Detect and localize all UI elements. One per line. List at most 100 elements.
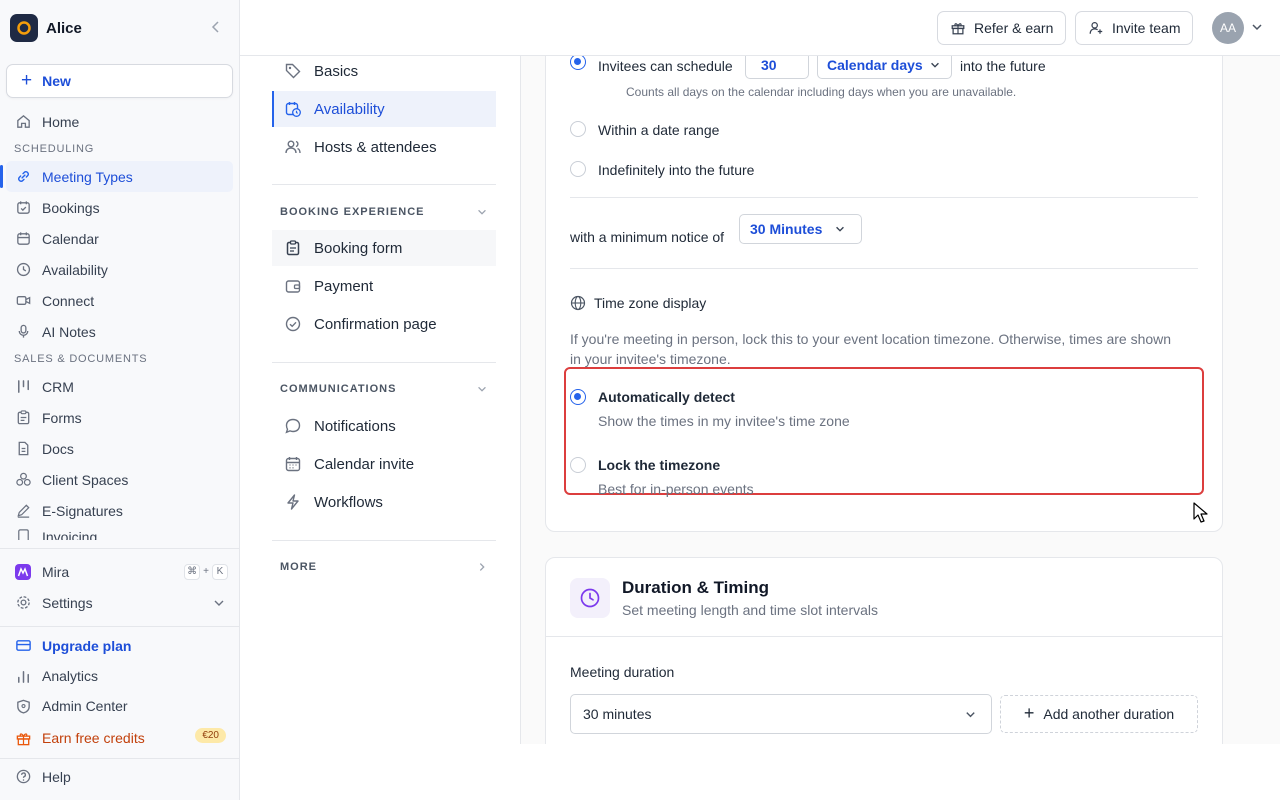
avatar[interactable]: AA — [1212, 12, 1244, 44]
help-icon — [14, 768, 32, 786]
sidebar-item-e-signatures[interactable]: E-Signatures — [0, 495, 240, 526]
refer-earn-button[interactable]: Refer & earn — [937, 11, 1067, 45]
subnav-item-confirmation-page[interactable]: Confirmation page — [272, 306, 496, 342]
workspace-switcher[interactable]: Alice — [10, 14, 230, 42]
schedule-days-value: 30 — [761, 57, 777, 73]
section-more[interactable]: MORE — [280, 557, 488, 577]
subnav-item-availability[interactable]: Availability — [272, 91, 496, 127]
subnav-item-label: Calendar invite — [314, 455, 415, 473]
sidebar-item-label: CRM — [42, 378, 74, 395]
radio-lock-timezone[interactable] — [570, 457, 586, 473]
subnav-item-notifications[interactable]: Notifications — [272, 408, 496, 444]
sidebar-item-label: Admin Center — [42, 698, 128, 714]
subnav-item-label: Hosts & attendees — [314, 138, 437, 156]
event-settings-nav: Basics Availability Hosts & attendees BO… — [240, 56, 521, 744]
shortcut-plus: + — [203, 566, 209, 577]
sidebar-item-meeting-types[interactable]: Meeting Types — [0, 161, 233, 192]
cluster-icon — [14, 471, 32, 489]
schedule-days-input[interactable]: 30 — [745, 56, 809, 79]
add-duration-button[interactable]: + Add another duration — [1000, 695, 1198, 733]
schedule-prefix: Invitees can schedule — [598, 58, 733, 74]
new-button[interactable]: + New — [6, 64, 233, 98]
subnav-item-hosts-attendees[interactable]: Hosts & attendees — [272, 129, 496, 165]
tz-auto-title: Automatically detect — [598, 389, 735, 405]
subnav-item-workflows[interactable]: Workflows — [272, 484, 496, 520]
schedule-unit-select[interactable]: Calendar days — [817, 56, 952, 79]
shortcut-key: K — [212, 563, 228, 580]
refer-earn-label: Refer & earn — [974, 20, 1054, 36]
shortcut-key: ⌘ — [184, 563, 201, 580]
subnav-item-booking-form[interactable]: Booking form — [272, 230, 496, 266]
section-label: BOOKING EXPERIENCE — [280, 206, 425, 218]
sidebar-item-upgrade-plan[interactable]: Upgrade plan — [0, 630, 240, 661]
tag-icon — [284, 62, 302, 80]
sidebar-nav: Home SCHEDULING Meeting Types Bookings C… — [0, 106, 240, 540]
sidebar-item-settings[interactable]: Settings — [0, 587, 240, 618]
calendar-grid-icon — [284, 455, 302, 473]
microphone-icon — [14, 323, 32, 341]
schedule-unit-value: Calendar days — [827, 57, 923, 73]
mira-icon — [14, 563, 32, 581]
section-divider — [570, 197, 1198, 198]
radio-schedule-days[interactable] — [570, 56, 586, 70]
sidebar-item-label: Help — [42, 768, 71, 785]
chevron-down-icon[interactable] — [1250, 20, 1264, 34]
sidebar-bottom-nav: Upgrade plan Analytics Admin Center Earn… — [0, 630, 240, 755]
gift-icon — [950, 20, 966, 36]
clipboard-icon — [284, 239, 302, 257]
sidebar-footer-nav: Mira ⌘ + K Settings — [0, 556, 240, 618]
subnav-item-basics[interactable]: Basics — [272, 53, 496, 89]
option-indefinite: Indefinitely into the future — [598, 162, 755, 178]
sidebar-item-invoicing[interactable]: Invoicing — [0, 526, 240, 540]
document-icon — [14, 440, 32, 458]
workspace-logo-icon — [10, 14, 38, 42]
sidebar-item-home[interactable]: Home — [0, 106, 240, 137]
sidebar-item-analytics[interactable]: Analytics — [0, 661, 240, 691]
subnav-item-label: Payment — [314, 277, 374, 295]
section-booking-experience[interactable]: BOOKING EXPERIENCE — [280, 202, 488, 222]
radio-automatically-detect[interactable] — [570, 389, 586, 405]
sidebar-item-availability[interactable]: Availability — [0, 254, 240, 285]
sidebar-item-docs[interactable]: Docs — [0, 433, 240, 464]
invite-team-button[interactable]: Invite team — [1075, 11, 1194, 45]
wallet-icon — [284, 277, 302, 295]
radio-indefinite[interactable] — [570, 161, 586, 177]
invoice-icon — [14, 526, 32, 540]
sidebar-item-earn-credits[interactable]: Earn free credits €20 — [0, 721, 240, 755]
sidebar-item-connect[interactable]: Connect — [0, 285, 240, 316]
sidebar-item-bookings[interactable]: Bookings — [0, 192, 240, 223]
sidebar-item-ai-notes[interactable]: AI Notes — [0, 316, 240, 347]
collapse-sidebar-icon[interactable] — [208, 19, 224, 35]
sidebar-item-help[interactable]: Help — [0, 761, 240, 792]
section-communications[interactable]: COMMUNICATIONS — [280, 379, 488, 399]
card-divider — [546, 636, 1222, 637]
radio-date-range[interactable] — [570, 121, 586, 137]
section-divider — [570, 268, 1198, 269]
sidebar-item-label: Upgrade plan — [42, 637, 132, 654]
crm-icon — [14, 378, 32, 396]
sidebar-item-label: Invoicing — [42, 529, 98, 540]
plus-icon: + — [21, 69, 33, 91]
subnav-item-calendar-invite[interactable]: Calendar invite — [272, 446, 496, 482]
subnav-item-payment[interactable]: Payment — [272, 268, 496, 304]
sidebar-item-label: E-Signatures — [42, 502, 123, 519]
minimum-notice-select[interactable]: 30 Minutes — [739, 214, 862, 244]
sidebar-item-client-spaces[interactable]: Client Spaces — [0, 464, 240, 495]
sidebar-item-forms[interactable]: Forms — [0, 402, 240, 433]
timezone-description-line1: If you're meeting in person, lock this t… — [570, 331, 1172, 347]
check-circle-icon — [284, 315, 302, 333]
main-content: Invitees can schedule 30 Calendar days i… — [521, 56, 1280, 744]
minimum-notice-value: 30 Minutes — [750, 221, 823, 237]
timezone-description-line2: in your invitee's timezone. — [570, 351, 731, 367]
sidebar-item-calendar[interactable]: Calendar — [0, 223, 240, 254]
sidebar-item-admin-center[interactable]: Admin Center — [0, 691, 240, 721]
bottom-strip — [240, 744, 1280, 800]
meeting-duration-select[interactable]: 30 minutes — [570, 694, 992, 734]
sidebar-item-label: Availability — [42, 261, 108, 278]
sidebar-item-mira[interactable]: Mira ⌘ + K — [0, 556, 240, 587]
meeting-duration-value: 30 minutes — [583, 706, 652, 722]
meeting-duration-label: Meeting duration — [570, 664, 675, 680]
add-duration-label: Add another duration — [1043, 706, 1175, 722]
sidebar-item-crm[interactable]: CRM — [0, 371, 240, 402]
sidebar-item-label: Client Spaces — [42, 471, 129, 488]
